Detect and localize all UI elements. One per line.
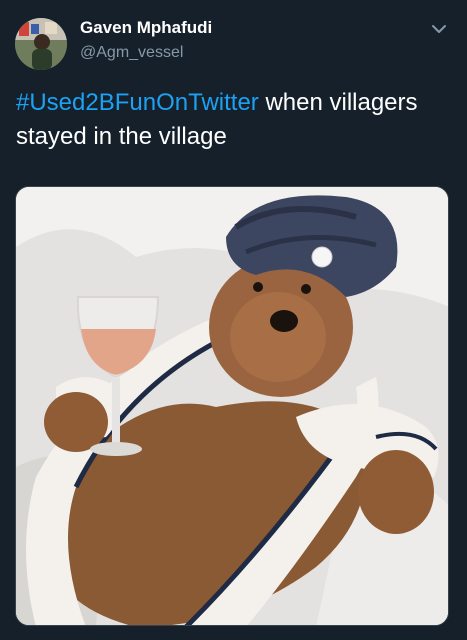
hashtag-link[interactable]: #Used2BFunOnTwitter [16, 89, 259, 116]
chevron-down-icon[interactable] [428, 20, 450, 38]
tweet-card[interactable]: Gaven Mphafudi @Agm_vessel #Used2BFunOnT… [0, 0, 467, 640]
tweet-image[interactable] [15, 186, 449, 626]
author-name[interactable]: Gaven Mphafudi [80, 18, 212, 38]
tweet-text: #Used2BFunOnTwitter when villagers staye… [16, 86, 456, 154]
author-handle[interactable]: @Agm_vessel [80, 44, 183, 62]
avatar[interactable] [15, 18, 67, 70]
dog-in-bathrobe-illustration [16, 187, 448, 625]
avatar-image [15, 18, 67, 70]
